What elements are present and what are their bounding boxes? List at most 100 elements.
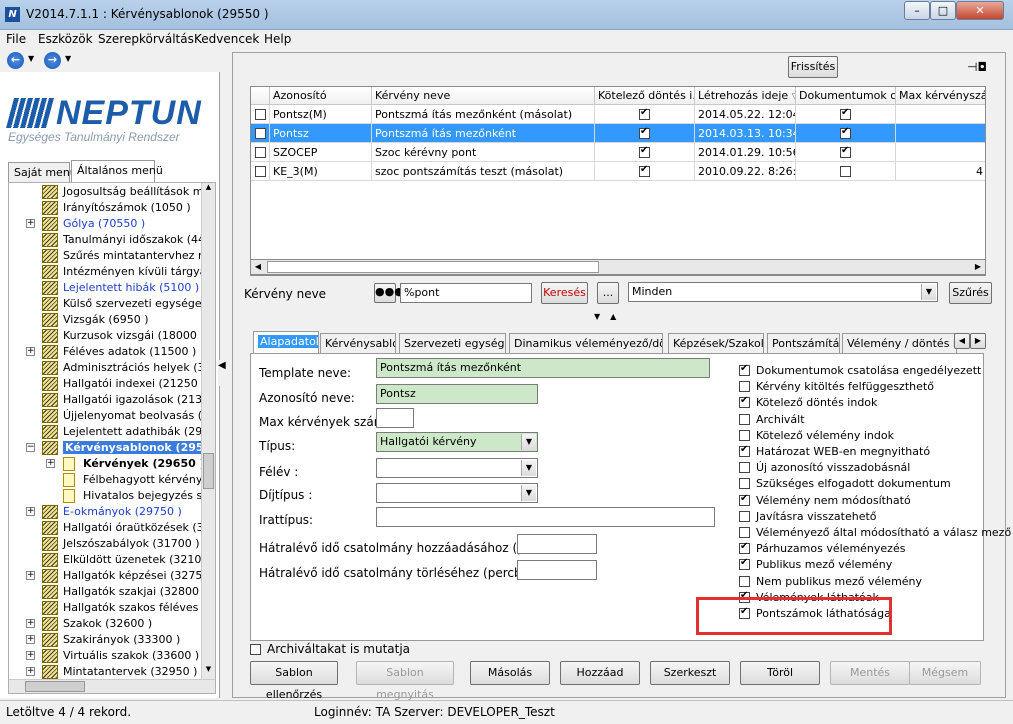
tree-item[interactable]: Tanulmányi időszakok (4450 [9,232,205,248]
checkbox-box[interactable] [739,557,750,571]
tab-request-template[interactable]: Kérvénysablon [320,333,396,353]
tab-trainings[interactable]: Képzések/Szakok [668,333,764,353]
expand-icon[interactable]: + [26,635,35,644]
tree-item[interactable]: Kurzusok vizsgái (18000 ) [9,328,205,344]
menu-role-switch[interactable]: Szerepkörváltás [98,32,194,46]
row-select-checkbox[interactable] [254,146,266,158]
expand-icon[interactable]: + [26,651,35,660]
attach-del-field[interactable] [517,560,597,580]
checkbox-box[interactable] [739,444,750,457]
tree-item[interactable]: Lejelentett adathibák (29450 [9,424,205,440]
tree-item[interactable]: Intézményen kívüli tárgyak (4 [9,264,205,280]
file-type-field[interactable] [376,507,715,527]
tab-org-units[interactable]: Szervezeti egységek [399,333,506,353]
menu-file[interactable]: File [6,32,26,46]
splitter-arrows-icon[interactable]: ▼▲ [594,312,642,322]
maximize-button[interactable]: □ [930,1,956,20]
expand-icon[interactable]: + [26,507,35,516]
copy-button[interactable]: Másolás [470,661,550,685]
checkbox-box[interactable] [739,462,750,474]
checkbox-box[interactable] [739,395,750,409]
option-checkbox[interactable]: Határozat WEB-en megnyitható [739,444,930,458]
option-checkbox[interactable]: Kötelező döntés indok [739,395,877,409]
tree-item[interactable]: + Szakirányok (33300 ) [9,632,205,648]
row-select-checkbox[interactable] [254,108,266,120]
minimize-button[interactable]: – [904,1,930,20]
tree-item[interactable]: + Mintatantervek (32950 ) [9,664,205,680]
tab-opinion-decision[interactable]: Vélemény / döntés in [842,333,957,353]
expand-icon[interactable]: + [26,619,35,628]
option-checkbox[interactable]: Véleményező által módosítható a válasz m… [739,526,1011,539]
checkbox-box[interactable] [739,381,750,393]
option-checkbox[interactable]: Nem publikus mező vélemény [739,575,922,588]
back-arrow-icon[interactable]: ← [7,52,24,69]
checkbox-box[interactable] [739,413,750,425]
menu-favorites[interactable]: Kedvencek [194,32,259,46]
close-button[interactable]: ✕ [956,1,1004,20]
tree-item[interactable]: Hallgatói óraütközések (3010 [9,520,205,536]
tab-dynamic-reviewer[interactable]: Dinamikus véleményező/döntő [509,333,663,353]
open-template-button[interactable]: Sablon megnyitás [356,661,454,701]
filter-button[interactable]: Szűrés [949,282,992,304]
tree-item[interactable]: + Kérvények (29650 ) [9,456,205,472]
grid-header-name[interactable]: Kérvény neve [372,87,595,105]
check-template-button[interactable]: Sablon ellenőrzés [250,661,338,701]
refresh-button[interactable]: Frissítés [788,56,838,78]
grid-header-created[interactable]: Létrehozás ideje ▽ [695,87,796,105]
tab-scroll-left-icon[interactable]: ◀ [954,333,970,349]
scroll-left-icon[interactable]: ◀ [251,260,265,274]
tree-item[interactable]: Hallgatók szakjai (32800 ) [9,584,205,600]
tree-item[interactable]: + Gólya (70550 ) [9,216,205,232]
tree-item[interactable]: Adminisztrációs helyek (3600 [9,360,205,376]
template-name-field[interactable]: Pontszmá ítás mezőnként [376,358,710,378]
grid-header-id[interactable]: Azonosító [270,87,372,105]
cancel-button[interactable]: Mégsem [909,661,981,685]
tab-scroll-right-icon[interactable]: ▶ [970,333,986,349]
tree-item[interactable]: Hallgatói igazolások (21300 ) [9,392,205,408]
filter-select[interactable]: Minden ▼ [628,282,938,302]
option-checkbox[interactable]: Szükséges elfogadott dokumentum [739,477,951,490]
row-select-checkbox[interactable] [254,165,266,177]
semester-select[interactable]: ▼ [376,458,538,478]
menu-help[interactable]: Help [264,32,291,46]
expand-icon[interactable]: + [26,219,35,228]
tree-item[interactable]: Vizsgák (6950 ) [9,312,205,328]
grid-horizontal-scrollbar[interactable]: ◀ ▶ [250,259,986,275]
scroll-right-icon[interactable]: ▶ [971,260,985,274]
back-dropdown-icon[interactable]: ▼ [28,54,34,63]
tab-general-menu[interactable]: Általános menü [71,160,163,182]
tree-item[interactable]: + E-okmányok (29750 ) [9,504,205,520]
checkbox-box[interactable] [739,429,750,441]
collapse-panel-arrow-icon[interactable]: ◀ [218,360,230,386]
checkbox-box[interactable] [739,527,750,538]
tab-score-calc[interactable]: Pontszámítás [767,333,840,353]
attach-add-field[interactable] [517,534,597,554]
add-button[interactable]: Hozzáad [560,661,640,685]
tree-item[interactable]: Szűrés mintatantervhez rende [9,248,205,264]
tree-item[interactable]: + Virtuális szakok (33600 ) [9,648,205,664]
search-button[interactable]: Keresés [541,282,588,304]
collapse-icon[interactable]: − [26,443,35,452]
option-checkbox[interactable]: Párhuzamos véleményezés [739,541,905,555]
tree-item[interactable]: Hallgatói indexei (21250 ) [9,376,205,392]
tree-horizontal-scrollbar[interactable] [9,679,215,693]
tree-item[interactable]: Irányítószámok (1050 ) [9,200,205,216]
archive-checkbox[interactable]: Archiváltakat is mutatja [250,642,410,656]
scroll-thumb[interactable] [267,261,599,273]
expand-icon[interactable]: + [26,347,35,356]
fee-type-select[interactable]: ▼ [376,483,538,503]
tree-item[interactable]: Hallgatók szakos féléves ada [9,600,205,616]
tree-item[interactable]: Jelszószabályok (31700 ) [9,536,205,552]
tree-item[interactable]: − Kérvénysablonok (29550 [9,440,205,456]
grid-header-max[interactable]: Max kérvényszám [896,87,985,105]
expand-icon[interactable]: + [26,667,35,676]
id-name-field[interactable]: Pontsz [376,384,538,404]
pin-icon[interactable]: ⊣◘ [967,60,987,74]
tree-item[interactable]: Jogosultság beállítások megte [9,184,205,200]
grid-header-mandatory[interactable]: Kötelező döntés i... [595,87,695,105]
edit-button[interactable]: Szerkeszt [650,661,730,685]
tree-item[interactable]: Hivatalos bejegyzés sablo [9,488,205,504]
tree-item[interactable]: Lejelentett hibák (5100 ) [9,280,205,296]
checkbox-box[interactable] [739,493,750,506]
checkbox-box[interactable] [739,510,750,522]
